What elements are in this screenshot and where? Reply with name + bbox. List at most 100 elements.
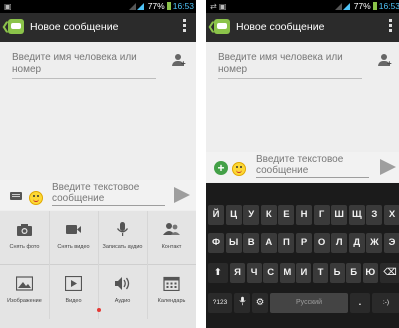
- microphone-icon: [238, 296, 246, 306]
- letter-key[interactable]: Н: [296, 205, 312, 225]
- gear-icon: ⚙: [255, 297, 265, 308]
- left-phone-screen: ▣ 77% 16:53 ❮ Новое сообщение Введите имя…: [0, 0, 196, 328]
- settings-key[interactable]: ⚙: [252, 293, 268, 313]
- video-camera-icon: [66, 225, 81, 234]
- page-title: Новое сообщение: [30, 21, 119, 33]
- overflow-menu-icon[interactable]: [183, 19, 186, 34]
- letter-key[interactable]: Щ: [348, 205, 365, 225]
- add-contact-icon[interactable]: +: [172, 54, 186, 68]
- letter-key[interactable]: И: [296, 263, 312, 283]
- message-input[interactable]: Введите текстовое сообщение: [256, 154, 369, 178]
- letter-key[interactable]: Ж: [366, 233, 383, 253]
- recipient-input[interactable]: Введите имя человека или номер: [12, 52, 156, 79]
- attach-label: Видео: [65, 298, 82, 304]
- overflow-menu-icon[interactable]: [389, 19, 392, 34]
- attach-label: Снять фото: [9, 244, 40, 250]
- keyboard-row-3: ⬆ ⌫ ЯЧСМИТЬБЮ: [206, 263, 399, 283]
- letter-key[interactable]: Д: [348, 233, 365, 253]
- letter-key[interactable]: Р: [296, 233, 312, 253]
- attach-label: Изображение: [7, 298, 42, 304]
- onscreen-keyboard: ЙЦУКЕНГШЩЗХ ФЫВАПРОЛДЖЭ ⬆ ⌫ ЯЧСМИТЬБЮ ?1…: [206, 183, 399, 328]
- attach-label: Снять видео: [57, 244, 90, 250]
- smiley-icon[interactable]: [29, 191, 43, 205]
- attach-contact[interactable]: Контакт: [147, 211, 196, 264]
- letter-key[interactable]: Ь: [329, 263, 345, 283]
- attach-record-audio[interactable]: Записать аудио: [98, 211, 147, 264]
- microphone-icon: [116, 222, 129, 236]
- letter-key[interactable]: В: [243, 233, 260, 253]
- letter-key[interactable]: У: [243, 205, 260, 225]
- battery-percent: 77%: [353, 1, 371, 11]
- letter-key[interactable]: Ч: [246, 263, 262, 283]
- letter-key[interactable]: Т: [313, 263, 328, 283]
- recipient-input[interactable]: Введите имя человека или номер: [218, 52, 362, 79]
- attach-label: Аудио: [114, 298, 131, 304]
- keyboard-icon[interactable]: [10, 192, 22, 200]
- letter-key[interactable]: Ю: [362, 263, 378, 283]
- right-phone-screen: ⇄ ▣ 77% 16:53 ❮ Новое сообщение Введите и…: [206, 0, 399, 328]
- bottom-strip: [0, 319, 196, 328]
- status-time: 16:53: [172, 1, 194, 11]
- letter-key[interactable]: Й: [208, 205, 224, 225]
- status-time: 16:53: [378, 1, 399, 11]
- battery-percent: 77%: [147, 1, 165, 11]
- keyboard-row-4: ?123 ⚙ Русский . :-): [206, 293, 399, 313]
- attach-record-video[interactable]: Снять видео: [49, 211, 98, 264]
- period-key[interactable]: .: [350, 293, 370, 313]
- letter-key[interactable]: Е: [278, 205, 295, 225]
- attach-label: Календарь: [157, 298, 186, 304]
- mic-key[interactable]: [234, 293, 250, 313]
- keyboard-row-1: ЙЦУКЕНГШЩЗХ: [206, 205, 399, 225]
- add-attachment-icon[interactable]: +: [214, 161, 228, 175]
- letter-key[interactable]: Ы: [225, 233, 242, 253]
- signal-icon: [129, 3, 137, 10]
- messaging-app-icon[interactable]: [8, 19, 24, 34]
- signal-icon: [335, 3, 343, 10]
- battery-icon: [166, 2, 171, 10]
- add-contact-icon[interactable]: +: [378, 54, 392, 68]
- letter-key[interactable]: Я: [230, 263, 245, 283]
- letter-key[interactable]: Г: [313, 205, 330, 225]
- attach-image[interactable]: Изображение: [0, 265, 49, 318]
- smiley-icon[interactable]: [232, 162, 246, 176]
- letter-key[interactable]: Л: [331, 233, 348, 253]
- attach-audio[interactable]: Аудио: [98, 265, 147, 318]
- letter-key[interactable]: З: [366, 205, 383, 225]
- speaker-icon: [115, 277, 130, 290]
- letter-key[interactable]: К: [260, 205, 277, 225]
- letter-key[interactable]: Б: [346, 263, 362, 283]
- message-input[interactable]: Введите текстовое сообщение: [52, 182, 165, 206]
- backspace-key[interactable]: ⌫: [380, 263, 399, 283]
- attach-take-photo[interactable]: Снять фото: [0, 211, 49, 264]
- send-icon[interactable]: [174, 187, 190, 203]
- action-bar: ❮ Новое сообщение: [0, 13, 196, 42]
- signal-icon: [343, 3, 351, 10]
- send-icon[interactable]: [380, 159, 396, 175]
- compose-bar: Введите текстовое сообщение: [0, 180, 196, 210]
- compose-bar: + Введите текстовое сообщение: [206, 152, 399, 182]
- letter-key[interactable]: Ц: [225, 205, 242, 225]
- shift-key[interactable]: ⬆: [208, 263, 228, 283]
- attach-calendar[interactable]: Календарь: [147, 265, 196, 318]
- letter-key[interactable]: М: [279, 263, 295, 283]
- symbols-key[interactable]: ?123: [208, 293, 232, 313]
- camera-icon: [17, 224, 32, 236]
- letter-key[interactable]: Ш: [331, 205, 348, 225]
- letter-key[interactable]: Ф: [208, 233, 224, 253]
- letter-key[interactable]: Х: [384, 205, 399, 225]
- smiley-key[interactable]: :-): [372, 293, 399, 313]
- letter-key[interactable]: А: [260, 233, 277, 253]
- letter-key[interactable]: Э: [384, 233, 399, 253]
- image-icon: [16, 276, 33, 291]
- letter-key[interactable]: П: [278, 233, 295, 253]
- status-notification-icons: ▣: [4, 2, 12, 11]
- calendar-icon: [163, 276, 180, 291]
- action-bar: ❮ Новое сообщение: [206, 13, 399, 42]
- messaging-app-icon[interactable]: [214, 19, 230, 34]
- video-play-icon: [65, 276, 82, 291]
- status-bar: ⇄ ▣ 77% 16:53: [206, 0, 399, 13]
- letter-key[interactable]: О: [313, 233, 330, 253]
- letter-key[interactable]: С: [263, 263, 279, 283]
- attach-video[interactable]: Видео: [49, 265, 98, 318]
- space-key[interactable]: Русский: [270, 293, 348, 313]
